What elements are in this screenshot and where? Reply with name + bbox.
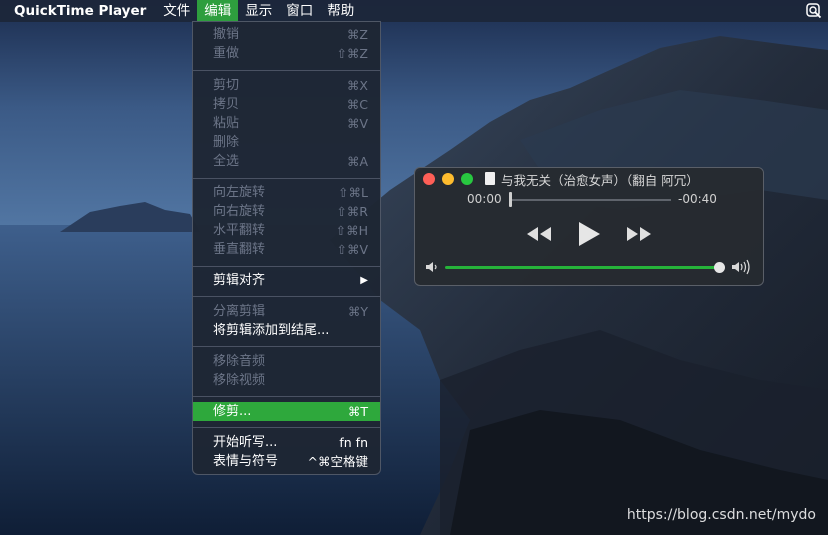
fast-forward-icon[interactable] bbox=[625, 225, 653, 243]
menu-item-rotate-left[interactable]: 向左旋转 ⇧⌘L bbox=[193, 183, 380, 202]
menu-item-undo[interactable]: 撤销 ⌘Z bbox=[193, 25, 380, 44]
menu-edit[interactable]: 编辑 bbox=[197, 0, 239, 22]
menu-item-emoji-symbols[interactable]: 表情与符号 ^⌘空格键 bbox=[193, 452, 380, 471]
menu-item-split-clip[interactable]: 分离剪辑 ⌘Y bbox=[193, 302, 380, 321]
menu-separator bbox=[193, 70, 380, 71]
menu-item-start-dictation[interactable]: 开始听写... fn fn bbox=[193, 433, 380, 452]
close-window-button[interactable] bbox=[423, 173, 435, 185]
menu-item-redo[interactable]: 重做 ⇧⌘Z bbox=[193, 44, 380, 63]
menu-item-delete[interactable]: 删除 bbox=[193, 133, 380, 152]
menu-app-name[interactable]: QuickTime Player bbox=[0, 0, 156, 22]
edit-menu-dropdown: 撤销 ⌘Z 重做 ⇧⌘Z 剪切 ⌘X 拷贝 ⌘C 粘贴 ⌘V 删除 全选 ⌘A 向左旋转 ⇧⌘… bbox=[192, 21, 381, 475]
menu-file[interactable]: 文件 bbox=[156, 0, 197, 22]
menu-item-snap-clips[interactable]: 剪辑对齐 ▶ bbox=[193, 271, 380, 290]
volume-slider-track[interactable] bbox=[445, 266, 720, 269]
menu-separator bbox=[193, 296, 380, 297]
menu-item-copy[interactable]: 拷贝 ⌘C bbox=[193, 95, 380, 114]
zoom-window-button[interactable] bbox=[461, 173, 473, 185]
volume-high-icon[interactable] bbox=[731, 259, 753, 275]
watermark-text: https://blog.csdn.net/mydo bbox=[626, 507, 816, 523]
rewind-icon[interactable] bbox=[525, 225, 553, 243]
menu-item-rotate-right[interactable]: 向右旋转 ⇧⌘R bbox=[193, 202, 380, 221]
menu-item-add-clip-to-end[interactable]: 将剪辑添加到结尾... bbox=[193, 321, 380, 340]
menu-separator bbox=[193, 346, 380, 347]
submenu-arrow-icon: ▶ bbox=[360, 275, 368, 286]
window-title: 与我无关（治愈女声）（翻自 阿冗） bbox=[501, 173, 699, 188]
remaining-time: -00:40 bbox=[678, 192, 717, 206]
volume-low-icon[interactable] bbox=[425, 260, 439, 274]
minimize-window-button[interactable] bbox=[442, 173, 454, 185]
menu-item-flip-vertical[interactable]: 垂直翻转 ⇧⌘V bbox=[193, 240, 380, 259]
quicktime-player-window: 与我无关（治愈女声）（翻自 阿冗） 00:00 -00:40 bbox=[414, 167, 764, 286]
menu-separator bbox=[193, 178, 380, 179]
menu-item-remove-video[interactable]: 移除视频 bbox=[193, 371, 380, 390]
play-icon[interactable] bbox=[576, 220, 602, 248]
elapsed-time: 00:00 bbox=[467, 192, 502, 206]
audio-file-icon bbox=[485, 172, 495, 185]
menu-item-remove-audio[interactable]: 移除音频 bbox=[193, 352, 380, 371]
menu-item-trim[interactable]: 修剪... ⌘T bbox=[193, 402, 380, 421]
spotlight-search-icon[interactable] bbox=[806, 3, 822, 19]
volume-slider-handle[interactable] bbox=[714, 262, 725, 273]
menu-item-flip-horizontal[interactable]: 水平翻转 ⇧⌘H bbox=[193, 221, 380, 240]
menu-item-cut[interactable]: 剪切 ⌘X bbox=[193, 76, 380, 95]
menu-separator bbox=[193, 266, 380, 267]
menu-window[interactable]: 窗口 bbox=[279, 0, 320, 22]
playback-scrubber-track[interactable] bbox=[511, 199, 671, 201]
menu-bar: QuickTime Player 文件 编辑 显示 窗口 帮助 bbox=[0, 0, 828, 22]
playback-scrubber-handle[interactable] bbox=[509, 192, 512, 207]
menu-item-select-all[interactable]: 全选 ⌘A bbox=[193, 152, 380, 171]
menu-item-paste[interactable]: 粘贴 ⌘V bbox=[193, 114, 380, 133]
menu-separator bbox=[193, 427, 380, 428]
menu-help[interactable]: 帮助 bbox=[320, 0, 361, 22]
menu-separator bbox=[193, 396, 380, 397]
menu-view[interactable]: 显示 bbox=[238, 0, 279, 22]
